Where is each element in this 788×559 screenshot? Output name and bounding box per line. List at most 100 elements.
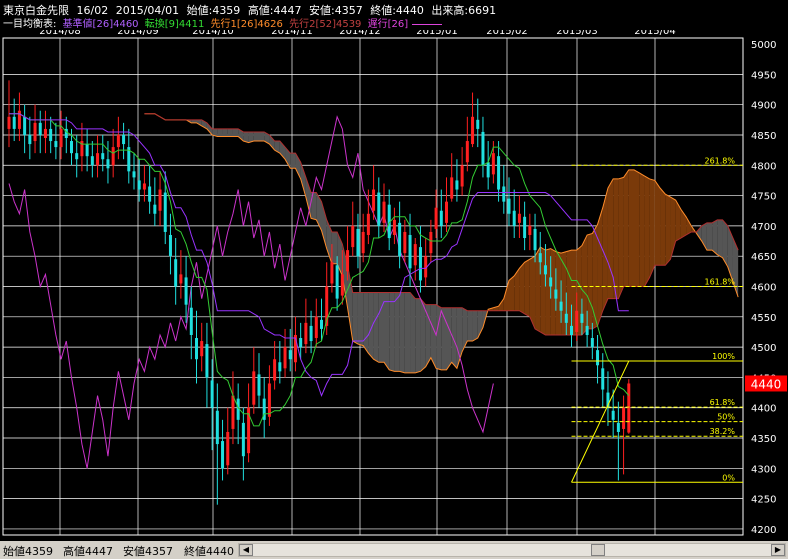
ichimoku-cloud-segment [628,169,634,287]
ichimoku-cloud-segment [660,188,666,266]
ichimoku-cloud-segment [331,231,338,264]
price-chart[interactable]: 4200425043004350440044504500455046004650… [0,0,788,541]
candle-body [132,171,136,178]
candle-body [398,222,402,257]
candle-body [523,216,527,239]
candle-body [512,210,516,226]
y-tick-label: 5000 [751,40,776,51]
y-tick-label: 4850 [751,131,776,142]
candle-body [377,192,381,226]
ichimoku-cloud-segment [467,310,473,342]
ichimoku-cloud-segment [623,169,629,287]
candle-body [491,153,495,175]
candle-body [528,225,532,235]
candle-body [450,177,454,199]
candle-body [622,407,626,429]
ichimoku-cloud-segment [472,310,478,342]
fib-level-label: 261.8% [704,156,735,165]
candle-body [137,180,141,190]
y-tick-label: 4300 [751,464,776,475]
ichimoku-cloud-segment [290,153,296,169]
candle-body [580,313,584,323]
ichimoku-cloud-segment [644,175,650,287]
scroll-right-arrow-icon[interactable]: ▶ [771,544,785,556]
ichimoku-cloud-segment [357,292,364,346]
candle-body [12,116,16,129]
candle-body [585,325,589,335]
candle-body [215,410,219,445]
ichimoku-cloud-segment [607,178,614,299]
candle-body [445,201,448,223]
footer-high: 高値4447 [63,545,113,558]
candle-body [226,431,230,466]
ichimoku-cloud-segment [592,224,598,329]
scroll-thumb[interactable] [591,544,605,556]
candle-body [382,201,386,223]
candle-body [184,277,188,305]
ichimoku-cloud-segment [384,292,390,370]
candle-body [314,316,318,339]
fib-level-label: 50% [717,413,735,422]
y-tick-label: 4200 [751,525,776,536]
chart-window: 4200425043004350440044504500455046004650… [0,0,788,559]
candle-body [116,134,120,148]
candle-body [330,262,334,284]
candle-body [179,274,183,284]
candle-body [575,310,579,332]
candle-body [148,186,152,202]
candle-body [273,359,277,381]
candle-body [361,231,365,254]
candle-body [372,189,376,211]
candle-body [590,338,594,348]
ichimoku-cloud-segment [717,219,723,258]
candle-body [320,319,323,329]
candle-body [283,347,287,369]
candle-body [106,159,110,169]
ichimoku-cloud-segment [232,128,239,137]
candle-body [616,422,620,432]
candle-body [163,192,167,232]
legend-chikou-swatch [412,23,443,25]
ichimoku-cloud-segment [639,172,645,287]
candle-body [309,325,313,342]
legend-title: 一目均衡表: [3,19,57,30]
y-tick-label: 4700 [751,222,776,233]
candle-body [366,213,370,235]
candle-body [570,325,573,335]
candle-body [627,383,631,433]
candle-body [267,383,271,417]
legend-kijun: 基準値[26]4460 [62,19,139,30]
candle-body [90,156,94,166]
ichimoku-cloud-segment [649,178,655,278]
ichimoku-cloud-segment [597,207,603,326]
indicator-legend: 一目均衡表: 基準値[26]4460 転換[9]4411 先行1[26]4626… [3,15,445,30]
candle-body [252,371,256,405]
candle-body [70,141,73,154]
candle-body [429,231,433,254]
candle-body [241,422,245,457]
candle-body [517,213,521,223]
legend-chikou: 遅行[26] [367,19,409,30]
candle-body [101,153,105,160]
legend-senkou2: 先行2[52]4539 [289,19,362,30]
candle-body [23,116,27,135]
candle-body [543,265,547,275]
ichimoku-cloud-segment [634,169,640,287]
candle-body [257,374,261,396]
horizontal-scrollbar[interactable]: ◀ ▶ [238,543,786,557]
candle-body [439,210,443,226]
status-bar: 始値4359 高値4447 安値4357 終値4440 ◀ ▶ [0,541,788,559]
candle-body [559,301,563,311]
candle-body [460,165,464,187]
footer-low: 安値4357 [123,545,173,558]
candle-body [346,250,350,272]
ichimoku-cloud-segment [404,292,411,373]
candle-body [418,247,422,281]
candle-body [486,162,490,178]
ichimoku-cloud-segment [259,131,265,142]
candle-body [189,307,193,335]
candle-body [75,153,79,160]
footer-close: 終値4440 [184,545,234,558]
y-tick-label: 4400 [751,404,776,415]
scroll-left-arrow-icon[interactable]: ◀ [239,544,253,556]
